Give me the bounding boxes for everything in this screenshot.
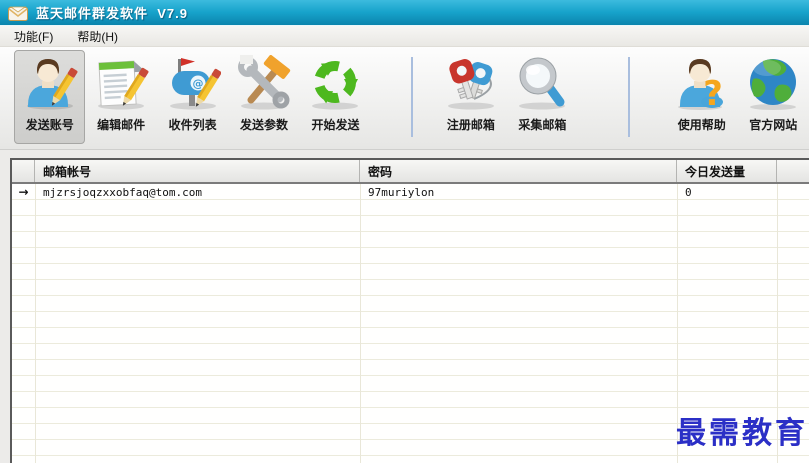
svg-text:?: ? bbox=[703, 74, 723, 111]
menu-item-function[interactable]: 功能(F) bbox=[2, 26, 65, 46]
table-header-cell-email[interactable]: 邮箱帐号 bbox=[35, 160, 360, 182]
user-pencil-icon bbox=[26, 59, 78, 110]
cell-email: mjzrsjoqzxxobfaq@tom.com bbox=[43, 185, 202, 199]
toolbar-button-label: 发送参数 bbox=[240, 118, 289, 132]
toolbar-button-edit-mail[interactable]: 编辑邮件 bbox=[85, 50, 156, 144]
toolbar-button-start-sending[interactable]: 开始发送 bbox=[300, 50, 371, 144]
toolbar-button-label: 官方网站 bbox=[749, 118, 798, 132]
toolbar-button-official-site[interactable]: 官方网站 bbox=[738, 50, 809, 144]
title-bar: 蓝天邮件群发软件 V7.9 bbox=[0, 0, 809, 26]
user-question-icon: ? bbox=[677, 59, 723, 111]
column-header-label: 密码 bbox=[368, 164, 393, 179]
table-header-cell-empty bbox=[777, 160, 809, 182]
toolbar-button-label: 收件列表 bbox=[168, 118, 217, 132]
menu-item-label: 帮助(H) bbox=[77, 29, 118, 44]
toolbar: 发送账号 编辑邮件 @ 收件列表 发送参数 开始发送 注册邮箱 采集邮箱 ? 使… bbox=[0, 47, 809, 150]
watermark-text: 最需教育 bbox=[676, 416, 808, 451]
table-row[interactable]: → mjzrsjoqzxxobfaq@tom.com 97muriylon 0 bbox=[12, 184, 809, 200]
table-header-cell-password[interactable]: 密码 bbox=[360, 160, 677, 182]
toolbar-button-register-mailbox[interactable]: 注册邮箱 bbox=[435, 50, 506, 144]
toolbar-button-label: 开始发送 bbox=[311, 118, 360, 132]
svg-text:@: @ bbox=[192, 77, 203, 90]
envelope-icon bbox=[8, 6, 28, 21]
notepad-pencil-icon bbox=[98, 60, 150, 110]
toolbar-button-collect-mailbox[interactable]: 采集邮箱 bbox=[507, 50, 578, 144]
menu-item-label: 功能(F) bbox=[14, 29, 54, 44]
toolbar-button-label: 采集邮箱 bbox=[518, 118, 567, 132]
toolbar-separator bbox=[628, 57, 631, 137]
row-indicator-arrow: → bbox=[18, 185, 29, 199]
table-header-cell-indicator bbox=[12, 160, 35, 182]
toolbar-button-label: 使用帮助 bbox=[677, 118, 726, 132]
menu-item-help[interactable]: 帮助(H) bbox=[65, 26, 130, 46]
column-header-label: 邮箱帐号 bbox=[43, 164, 92, 179]
cell-password: 97muriylon bbox=[368, 185, 435, 199]
menu-bar: 功能(F) 帮助(H) bbox=[0, 26, 809, 47]
magnifier-icon bbox=[519, 57, 566, 110]
toolbar-button-send-account[interactable]: 发送账号 bbox=[14, 50, 86, 144]
toolbar-button-label: 注册邮箱 bbox=[446, 118, 495, 132]
column-header-label: 今日发送量 bbox=[685, 164, 746, 179]
toolbar-separator bbox=[411, 57, 414, 137]
table-header-cell-today-sent[interactable]: 今日发送量 bbox=[677, 160, 777, 182]
toolbar-button-label: 编辑邮件 bbox=[97, 118, 146, 132]
mailbox-pencil-icon: @ bbox=[169, 58, 221, 110]
wrench-hammer-icon bbox=[238, 55, 291, 110]
app-window: 蓝天邮件群发软件 V7.9 功能(F) 帮助(H) 发送账号 编辑邮件 @ 收件… bbox=[0, 0, 809, 463]
toolbar-button-help[interactable]: ? 使用帮助 bbox=[666, 50, 737, 144]
globe-icon bbox=[750, 59, 797, 110]
toolbar-button-label: 发送账号 bbox=[25, 118, 74, 132]
window-title: 蓝天邮件群发软件 V7.9 bbox=[36, 6, 188, 21]
table-header-row: 邮箱帐号 密码 今日发送量 bbox=[12, 160, 809, 184]
cell-today-sent: 0 bbox=[685, 185, 692, 199]
toolbar-button-recipient-list[interactable]: @ 收件列表 bbox=[157, 50, 228, 144]
toolbar-button-send-params[interactable]: 发送参数 bbox=[228, 50, 299, 144]
recycle-arrows-icon bbox=[312, 61, 359, 110]
keys-icon bbox=[447, 59, 494, 110]
